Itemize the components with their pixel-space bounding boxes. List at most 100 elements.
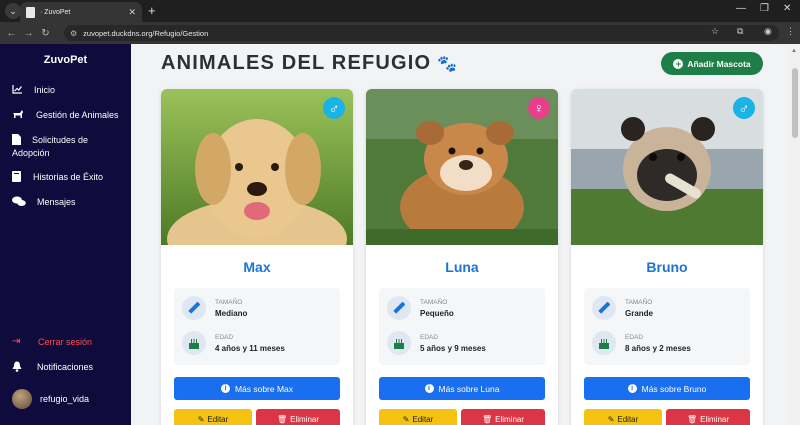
size-row: TAMAÑO Pequeño: [387, 296, 454, 320]
edit-button[interactable]: ✎ Editar: [584, 409, 662, 425]
more-info-button[interactable]: i Más sobre Luna: [379, 377, 545, 400]
bookmark-star-icon[interactable]: ☆: [711, 26, 719, 37]
more-info-button[interactable]: i Más sobre Max: [174, 377, 340, 400]
size-value: Pequeño: [420, 308, 454, 318]
more-info-button[interactable]: i Más sobre Bruno: [584, 377, 750, 400]
notifications-label: Notificaciones: [37, 362, 94, 372]
sidebar: ZuvoPet Inicio Gestión de Animales Solic…: [0, 44, 131, 425]
trash-icon: 🗑: [481, 414, 493, 424]
url-field[interactable]: ⚙ zuvopet.duckdns.org/Refugio/Gestion: [64, 25, 779, 41]
delete-label: Eliminar: [700, 414, 730, 424]
close-icon[interactable]: ✕: [128, 7, 136, 18]
bell-icon: [12, 361, 30, 375]
size-value: Grande: [625, 308, 654, 318]
back-icon[interactable]: ←: [3, 28, 20, 39]
forward-icon[interactable]: →: [20, 28, 37, 39]
logout-link[interactable]: ⇥ Cerrar sesión: [12, 336, 92, 349]
address-bar-row: ← → ↻ ⚙ zuvopet.duckdns.org/Refugio/Gest…: [0, 22, 800, 44]
age-row: EDAD 4 años y 11 meses: [182, 331, 285, 355]
reload-icon[interactable]: ↻: [37, 28, 54, 39]
size-label: TAMAÑO: [420, 298, 448, 306]
male-icon: ♂: [323, 97, 345, 119]
logout-label: Cerrar sesión: [38, 337, 93, 347]
delete-button[interactable]: 🗑 Eliminar: [256, 409, 340, 425]
edit-icon: ✎: [402, 414, 410, 424]
age-row: EDAD 8 años y 2 meses: [592, 331, 691, 355]
sign-out-icon: ⇥: [12, 336, 21, 347]
page-scrollbar[interactable]: ▲: [789, 44, 800, 425]
page-title: ANIMALES DEL REFUGIO 🐾: [161, 52, 457, 75]
scroll-up-icon[interactable]: ▲: [791, 48, 797, 54]
pet-name: Luna: [445, 259, 479, 275]
pet-info-box: TAMAÑO Pequeño EDAD 5 años y 9 meses: [379, 288, 545, 365]
delete-label: Eliminar: [290, 414, 320, 424]
age-row: EDAD 5 años y 9 meses: [387, 331, 486, 355]
edit-label: Editar: [412, 414, 434, 424]
avatar: [12, 389, 32, 409]
delete-button[interactable]: 🗑 Eliminar: [461, 409, 545, 425]
close-window-icon[interactable]: ✕: [783, 3, 791, 14]
sidebar-item-solicitudes[interactable]: Solicitudes de Adopción: [12, 134, 122, 160]
more-info-label: Más sobre Max: [234, 383, 294, 394]
more-info-label: Más sobre Luna: [438, 383, 500, 394]
size-row: TAMAÑO Grande: [592, 296, 653, 320]
comments-icon: [12, 196, 30, 210]
sidebar-item-label: Historias de Éxito: [33, 172, 104, 182]
menu-kebab-icon[interactable]: ⋮: [786, 26, 795, 37]
page-icon: [26, 6, 35, 18]
edit-button[interactable]: ✎ Editar: [174, 409, 252, 425]
profile-icon[interactable]: ◉: [764, 26, 772, 37]
sidebar-item-animales[interactable]: Gestión de Animales: [12, 109, 119, 122]
page-title-text: ANIMALES DEL REFUGIO: [161, 52, 432, 74]
brand-logo[interactable]: ZuvoPet: [0, 54, 131, 66]
minimize-icon[interactable]: —: [736, 3, 746, 14]
delete-button[interactable]: 🗑 Eliminar: [666, 409, 750, 425]
info-icon: i: [220, 384, 230, 393]
username: refugio_vida: [40, 393, 90, 404]
scroll-thumb[interactable]: [792, 68, 798, 138]
birthday-cake-icon: [182, 331, 206, 355]
info-icon: i: [627, 384, 637, 393]
pet-name: Max: [243, 259, 271, 275]
dog-icon: [12, 109, 30, 122]
pet-info-box: TAMAÑO Grande EDAD 8 años y 2 meses: [584, 288, 750, 365]
browser-tab-bar: ⌄ · ZuvoPet ✕ + — ❐ ✕: [0, 0, 800, 22]
size-row: TAMAÑO Mediano: [182, 296, 247, 320]
notifications-link[interactable]: Notificaciones: [12, 361, 93, 375]
tab-search-icon[interactable]: ⌄: [5, 3, 21, 19]
ruler-icon: [592, 296, 616, 320]
extensions-icon[interactable]: ⧉: [737, 26, 743, 37]
main-content: ANIMALES DEL REFUGIO 🐾 + Añadir Mascota ♂…: [131, 44, 789, 425]
birthday-cake-icon: [592, 331, 616, 355]
sidebar-item-inicio[interactable]: Inicio: [12, 84, 55, 97]
more-info-label: Más sobre Bruno: [641, 383, 707, 394]
file-icon: [12, 134, 30, 148]
trash-icon: 🗑: [686, 414, 698, 424]
url-text: zuvopet.duckdns.org/Refugio/Gestion: [83, 28, 209, 38]
site-info-icon[interactable]: ⚙: [70, 29, 77, 38]
age-value: 5 años y 9 meses: [420, 343, 486, 353]
sidebar-item-mensajes[interactable]: Mensajes: [12, 196, 76, 210]
pet-card: ♀ Luna TAMAÑO Pequeño EDAD 5 años y 9 mese…: [366, 89, 558, 425]
maximize-icon[interactable]: ❐: [760, 3, 769, 14]
tab-title: · ZuvoPet: [40, 8, 71, 16]
sidebar-item-historias[interactable]: Historias de Éxito: [12, 171, 103, 185]
sidebar-item-label: Gestión de Animales: [36, 110, 119, 120]
new-tab-icon[interactable]: +: [148, 3, 156, 18]
pet-card: ♂ Max TAMAÑO Mediano EDAD 4 años y 11 mese…: [161, 89, 353, 425]
sidebar-item-label: Mensajes: [37, 197, 76, 207]
edit-button[interactable]: ✎ Editar: [379, 409, 457, 425]
plus-icon: +: [673, 58, 684, 69]
age-label: EDAD: [215, 333, 234, 341]
add-pet-button[interactable]: + Añadir Mascota: [661, 52, 763, 75]
info-icon: i: [424, 384, 434, 393]
edit-label: Editar: [617, 414, 639, 424]
chart-line-icon: [12, 84, 30, 97]
size-label: TAMAÑO: [625, 298, 653, 306]
browser-tab[interactable]: · ZuvoPet ✕: [20, 2, 142, 22]
male-icon: ♂: [733, 97, 755, 119]
user-profile[interactable]: refugio_vida: [12, 389, 89, 409]
edit-icon: ✎: [197, 414, 205, 424]
trash-icon: 🗑: [276, 414, 288, 424]
age-label: EDAD: [625, 333, 644, 341]
